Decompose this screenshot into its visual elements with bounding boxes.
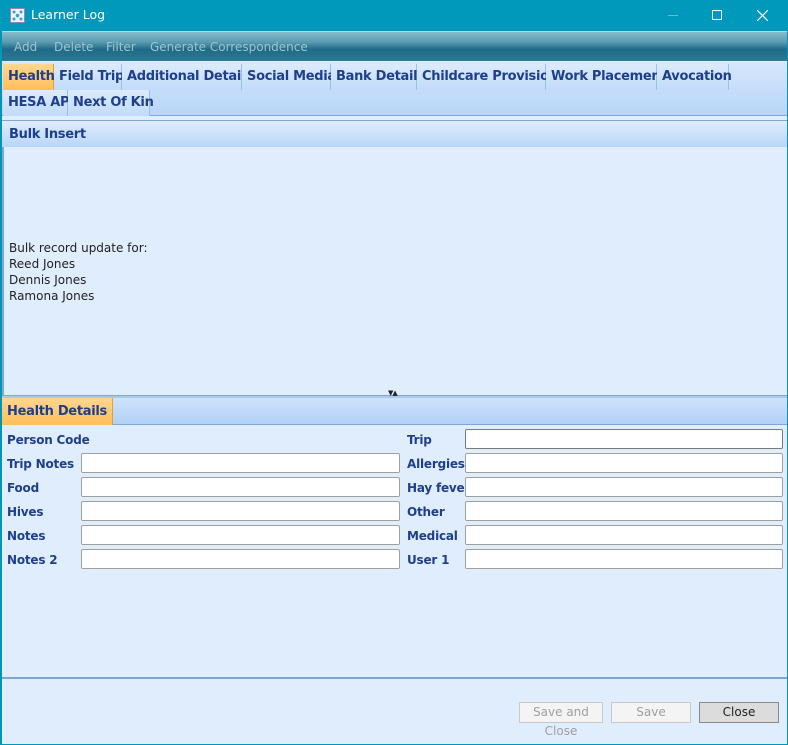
splitter-arrows-icon: ▼▲ (388, 389, 398, 397)
tab-avocation[interactable]: Avocation (657, 64, 732, 90)
allergies-input[interactable] (465, 453, 783, 473)
delete-button[interactable]: Delete (54, 40, 93, 54)
minimize-icon (668, 15, 678, 16)
other-label: Other (407, 505, 445, 519)
save-button[interactable]: Save (611, 702, 691, 723)
tab-health-details[interactable]: Health Details (2, 398, 113, 425)
hay-fever-label: Hay fever (407, 481, 471, 495)
close-window-button[interactable] (740, 0, 786, 31)
person-code-label: Person Code (7, 433, 90, 447)
user-1-input[interactable] (465, 549, 783, 569)
bulk-insert-panel: Bulk record update for: Reed Jones Denni… (2, 147, 787, 395)
bulk-record-name: Reed Jones (9, 257, 76, 271)
save-and-close-button[interactable]: Save and Close (519, 702, 603, 738)
health-details-form: Person Code Trip Notes Food Hives Notes … (2, 425, 787, 677)
food-label: Food (7, 481, 39, 495)
food-input[interactable] (81, 477, 400, 497)
notes-label: Notes (7, 529, 46, 543)
tab-social-media[interactable]: Social Media (242, 64, 336, 90)
trip-notes-input[interactable] (81, 453, 400, 473)
bulk-record-name: Dennis Jones (9, 273, 87, 287)
tab-childcare-provision[interactable]: Childcare Provision (417, 64, 558, 90)
bulk-insert-header: Bulk Insert (2, 120, 787, 148)
tab-work-placement[interactable]: Work Placement (546, 64, 667, 90)
maximize-button[interactable] (694, 0, 740, 31)
generate-correspondence-button[interactable]: Generate Correspondence (150, 40, 308, 54)
tab-bank-details[interactable]: Bank Details (331, 64, 425, 90)
app-grid-icon (10, 8, 25, 23)
tab-additional-details[interactable]: Additional Details (122, 64, 253, 90)
trip-label: Trip (407, 433, 432, 447)
tab-next-of-kin[interactable]: Next Of Kin (68, 90, 154, 116)
bulk-insert-title: Bulk Insert (9, 127, 86, 142)
tab-health[interactable]: Health (3, 64, 55, 90)
medical-input[interactable] (465, 525, 783, 545)
client-area: Add Delete Filter Generate Correspondenc… (2, 31, 787, 744)
toolbar: Add Delete Filter Generate Correspondenc… (2, 31, 787, 61)
filter-button[interactable]: Filter (106, 40, 136, 54)
bulk-intro-text: Bulk record update for: (9, 241, 148, 255)
notes-2-input[interactable] (81, 549, 400, 569)
bulk-record-list: Bulk record update for: Reed Jones Denni… (9, 240, 148, 304)
health-details-tabstrip: Health Details (2, 398, 787, 425)
trip-input[interactable] (465, 429, 783, 449)
allergies-label: Allergies (407, 457, 465, 471)
tab-strip: Health Field Trip Additional Details Soc… (2, 62, 787, 116)
trip-notes-label: Trip Notes (7, 457, 74, 471)
window-title: Learner Log (31, 7, 106, 22)
tab-hesa-ap[interactable]: HESA AP (3, 90, 70, 116)
footer-bar: Save and Close Save Close (2, 677, 787, 744)
notes-input[interactable] (81, 525, 400, 545)
close-icon (757, 10, 768, 21)
hives-label: Hives (7, 505, 44, 519)
notes-2-label: Notes 2 (7, 553, 58, 567)
hay-fever-input[interactable] (465, 477, 783, 497)
other-input[interactable] (465, 501, 783, 521)
learner-log-window: Learner Log Add Delete Filter Generate C… (0, 0, 788, 745)
medical-label: Medical (407, 529, 458, 543)
user-1-label: User 1 (407, 553, 450, 567)
close-button[interactable]: Close (699, 702, 779, 723)
add-button[interactable]: Add (14, 40, 37, 54)
title-bar[interactable]: Learner Log (0, 0, 788, 31)
hives-input[interactable] (81, 501, 400, 521)
bulk-record-name: Ramona Jones (9, 289, 95, 303)
minimize-button[interactable] (650, 0, 696, 31)
tab-field-trip[interactable]: Field Trip (54, 64, 124, 90)
maximize-icon (712, 10, 722, 20)
